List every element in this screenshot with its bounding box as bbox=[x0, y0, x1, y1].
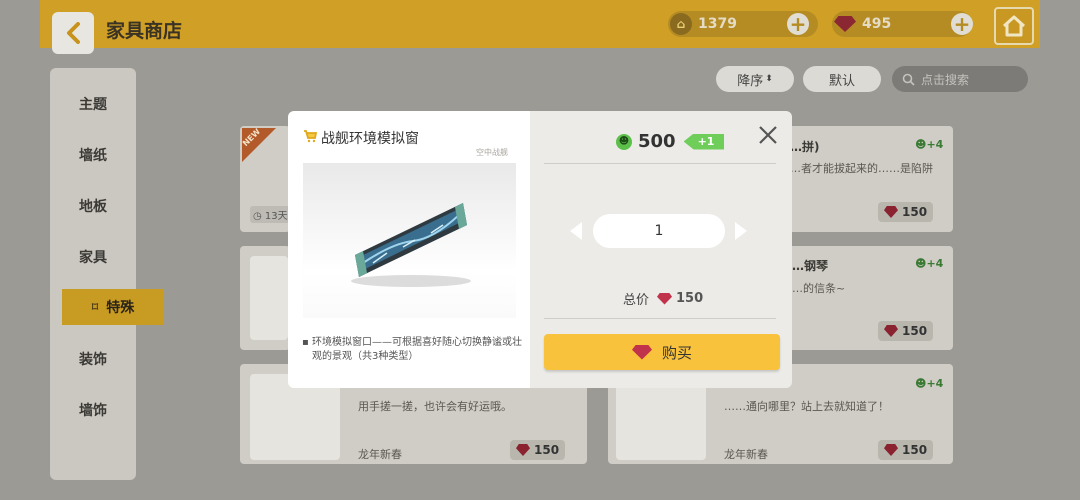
product-price-value: 150 bbox=[902, 205, 928, 219]
product-price-value: 150 bbox=[902, 443, 928, 457]
purchase-dialog: 战舰环境模拟窗 空中战舰 ▪ 环境模拟窗口——可根据喜好随心切换静谧或壮观的景观… bbox=[288, 111, 792, 388]
sidebar-item-theme[interactable]: 主题 bbox=[50, 94, 136, 114]
sidebar-item-special[interactable]: ⌑ 特殊 bbox=[62, 289, 164, 325]
coin-value: 1379 bbox=[698, 16, 737, 32]
sort-icon: ⬍ bbox=[765, 74, 773, 84]
search-icon bbox=[902, 73, 915, 86]
add-gems-button[interactable]: + bbox=[951, 12, 973, 36]
triangle-left-icon bbox=[570, 222, 582, 240]
item-category: 空中战舰 bbox=[476, 148, 508, 157]
page-title: 家具商店 bbox=[106, 20, 183, 42]
sidebar-item-wall-decor[interactable]: 墙饰 bbox=[50, 400, 136, 420]
product-tag: 龙年新春 bbox=[358, 448, 402, 461]
quantity-value: 1 bbox=[654, 223, 664, 239]
product-price-value: 150 bbox=[534, 443, 560, 457]
special-icon: ⌑ bbox=[91, 300, 99, 314]
comfort-bonus-value: +4 bbox=[926, 138, 944, 151]
product-desc: 用手搓一搓，也许会有好运哦。 bbox=[358, 400, 512, 413]
product-price: 150 bbox=[510, 440, 566, 460]
chevron-left-icon bbox=[67, 22, 80, 44]
total-price-label: 总价 bbox=[623, 293, 650, 308]
gem-icon bbox=[884, 206, 898, 218]
product-desc: ……通向哪里？站上去就知道了！ bbox=[724, 400, 889, 413]
sidebar-item-wallpaper[interactable]: 墙纸 bbox=[50, 145, 136, 165]
increase-quantity-button[interactable] bbox=[734, 221, 748, 245]
product-title: …钢琴 bbox=[792, 259, 829, 273]
item-info-panel: 战舰环境模拟窗 空中战舰 ▪ 环境模拟窗口——可根据喜好随心切换静谧或壮观的景观… bbox=[288, 111, 530, 388]
cart-icon bbox=[304, 130, 317, 143]
sort-order-label: 降序 bbox=[737, 73, 764, 89]
sidebar-item-decoration[interactable]: 装饰 bbox=[50, 349, 136, 369]
gem-icon bbox=[516, 444, 530, 456]
product-title: …拼) bbox=[790, 140, 820, 154]
sort-order-button[interactable]: 降序 ⬍ bbox=[716, 66, 794, 92]
product-price-value: 150 bbox=[902, 324, 928, 338]
item-image bbox=[303, 163, 516, 318]
bullet-icon: ▪ bbox=[302, 337, 309, 348]
quantity-field[interactable]: 1 bbox=[593, 214, 725, 248]
timer-badge: ◷ 13天 bbox=[250, 206, 291, 223]
search-placeholder: 点击搜索 bbox=[921, 72, 970, 87]
triangle-right-icon bbox=[735, 222, 747, 240]
back-button[interactable] bbox=[52, 12, 94, 54]
gem-icon bbox=[834, 13, 856, 35]
product-desc: …者才能拔起来的……是陷阱 bbox=[790, 162, 933, 175]
product-image bbox=[250, 256, 288, 340]
comfort-bonus-value: +4 bbox=[926, 377, 944, 390]
home-button[interactable] bbox=[994, 7, 1034, 45]
total-price-value: 150 bbox=[676, 291, 704, 306]
sidebar-item-floor[interactable]: 地板 bbox=[50, 196, 136, 216]
gem-icon bbox=[884, 444, 898, 456]
home-icon bbox=[1002, 15, 1026, 37]
item-description: ▪ 环境模拟窗口——可根据喜好随心切换静谧或壮观的景观（共3种类型） bbox=[302, 336, 524, 364]
gem-icon bbox=[631, 344, 652, 360]
smiley-icon: ☻ bbox=[616, 133, 632, 150]
sidebar-item-furniture[interactable]: 家具 bbox=[50, 247, 136, 267]
product-price: 150 bbox=[878, 440, 934, 460]
divider bbox=[544, 318, 776, 319]
product-desc: …的信条~ bbox=[792, 282, 846, 295]
search-input[interactable]: 点击搜索 bbox=[892, 66, 1028, 92]
coin-icon: ⌂ bbox=[670, 13, 692, 35]
comfort-value: 500 bbox=[638, 131, 676, 152]
buy-button[interactable]: 购买 bbox=[544, 334, 780, 370]
decrease-quantity-button[interactable] bbox=[569, 221, 583, 245]
comfort-bonus: ☻+4 bbox=[915, 377, 944, 390]
buy-button-label: 购买 bbox=[661, 343, 692, 362]
comfort-bonus: ☻+4 bbox=[915, 257, 944, 270]
add-coins-button[interactable]: + bbox=[787, 12, 809, 36]
sidebar-item-special-label: 特殊 bbox=[106, 300, 135, 316]
product-price: 150 bbox=[878, 202, 934, 222]
comfort-bonus-tag: +1 bbox=[683, 133, 725, 150]
gem-value: 495 bbox=[862, 16, 892, 32]
divider bbox=[544, 163, 776, 164]
window-item-picture bbox=[351, 203, 471, 287]
comfort-bonus-value: +4 bbox=[926, 257, 944, 270]
comfort-row: ☻ 500 +1 bbox=[616, 131, 725, 152]
comfort-bonus: ☻+4 bbox=[915, 138, 944, 151]
default-sort-label: 默认 bbox=[828, 73, 855, 89]
item-description-text: 环境模拟窗口——可根据喜好随心切换静谧或壮观的景观（共3种类型） bbox=[312, 337, 522, 362]
gem-icon bbox=[884, 325, 898, 337]
clock-icon: ◷ bbox=[253, 211, 262, 222]
close-icon bbox=[759, 126, 777, 144]
total-price-row: 总价 150 bbox=[623, 289, 703, 308]
timer-value: 13天 bbox=[264, 211, 288, 222]
product-tag: 龙年新春 bbox=[724, 448, 768, 461]
product-price: 150 bbox=[878, 321, 934, 341]
gem-icon bbox=[657, 292, 673, 305]
category-sidebar: 主题 墙纸 地板 家具 装饰 墙饰 bbox=[50, 68, 136, 480]
close-button[interactable] bbox=[756, 123, 780, 147]
item-name: 战舰环境模拟窗 bbox=[321, 131, 419, 147]
default-sort-button[interactable]: 默认 bbox=[803, 66, 881, 92]
